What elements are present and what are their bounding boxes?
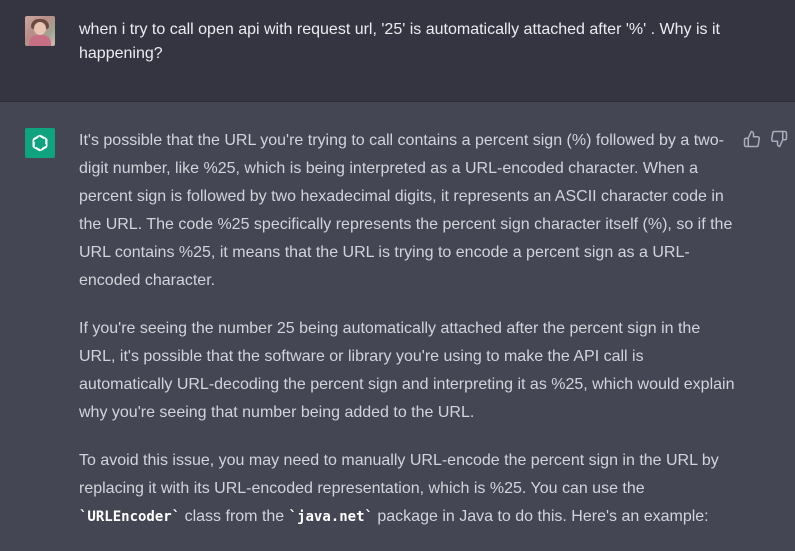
openai-logo-icon xyxy=(25,128,55,158)
assistant-message-text: It's possible that the URL you're trying… xyxy=(79,127,739,551)
answer-paragraph-3-text-a: To avoid this issue, you may need to man… xyxy=(79,452,719,497)
user-message-row: when i try to call open api with request… xyxy=(0,0,795,102)
answer-paragraph-3-text-b: class from the xyxy=(180,508,289,525)
answer-paragraph-3: To avoid this issue, you may need to man… xyxy=(79,447,739,531)
thumbs-up-icon[interactable] xyxy=(743,130,761,148)
inline-code-java-net: `java.net` xyxy=(288,509,373,525)
user-message-text: when i try to call open api with request… xyxy=(79,21,720,62)
answer-paragraph-3-text-c: package in Java to do this. Here's an ex… xyxy=(372,508,709,525)
thumbs-down-icon[interactable] xyxy=(770,130,788,148)
inline-code-urlencoder: `URLEncoder` xyxy=(79,509,181,525)
answer-paragraph-1: It's possible that the URL you're trying… xyxy=(79,132,733,289)
assistant-message-row: It's possible that the URL you're trying… xyxy=(0,102,795,544)
user-avatar xyxy=(25,16,55,46)
answer-paragraph-2: If you're seeing the number 25 being aut… xyxy=(79,320,735,421)
